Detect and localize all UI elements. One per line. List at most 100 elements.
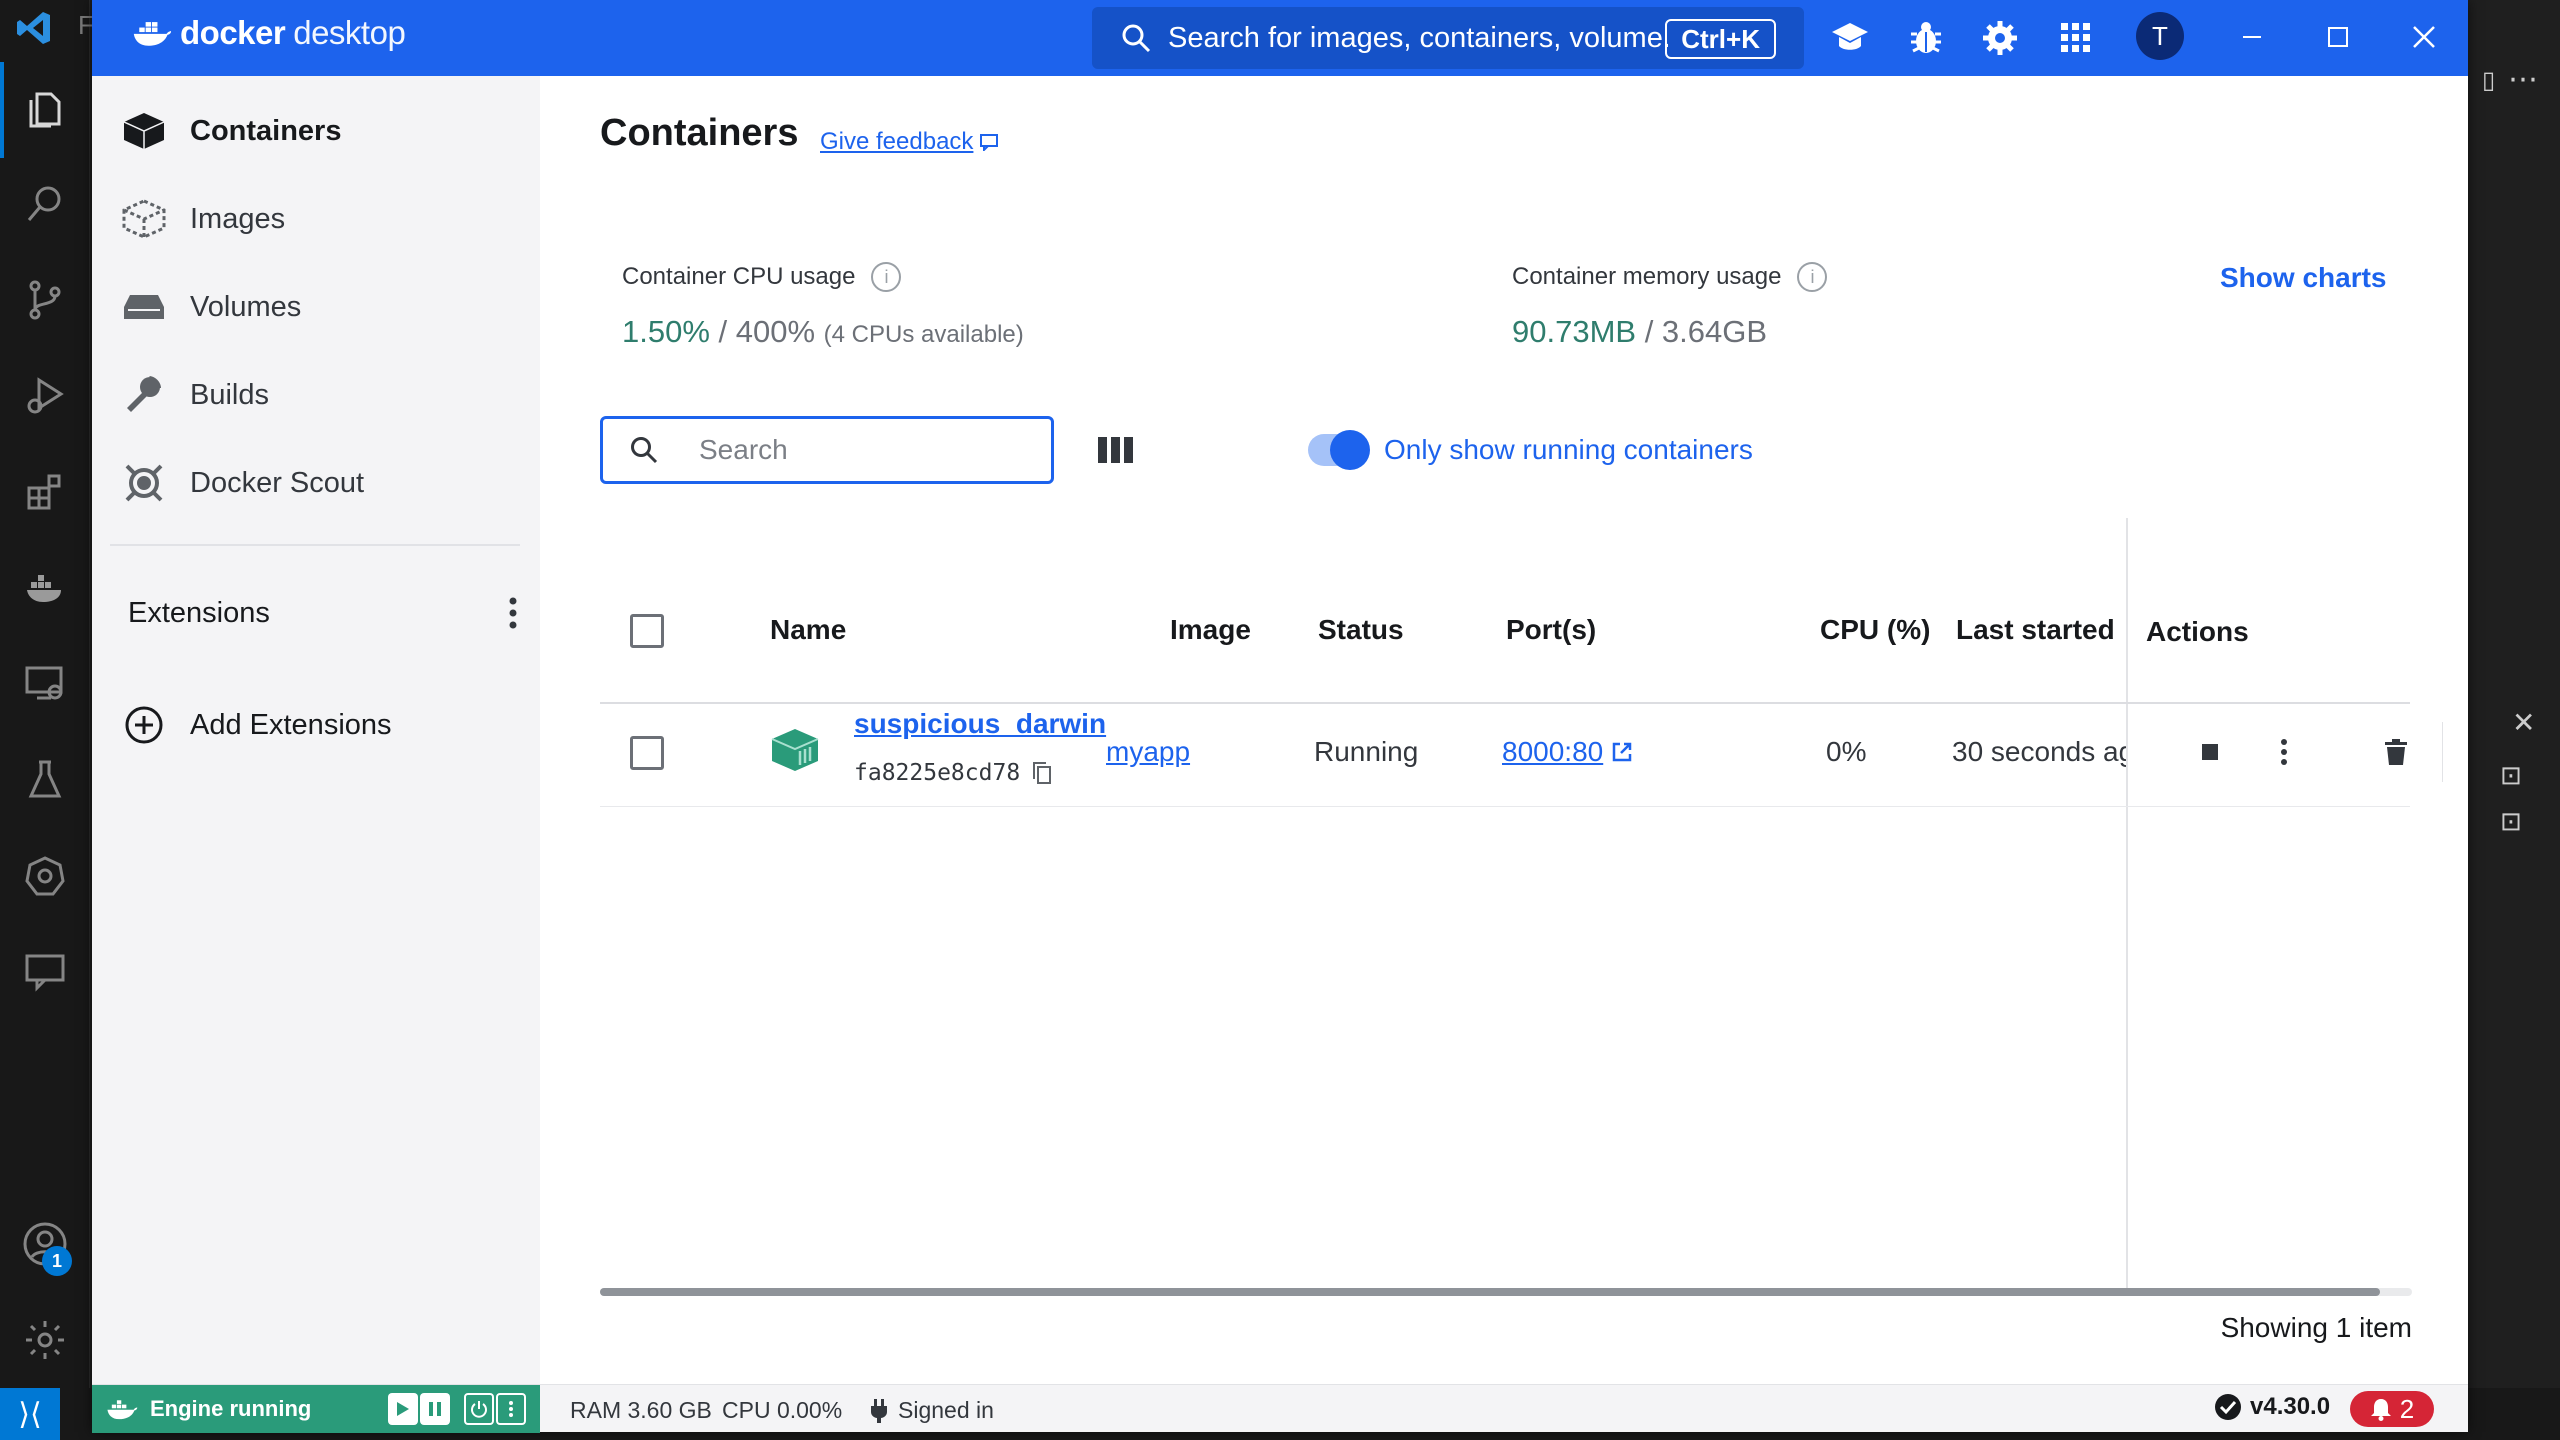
- row-select-checkbox[interactable]: [630, 736, 664, 770]
- sidebar-item-containers[interactable]: Containers: [120, 96, 520, 166]
- column-header-last-started[interactable]: Last started: [1956, 614, 2115, 646]
- sidebar-item-label: Images: [190, 202, 286, 235]
- close-icon[interactable]: [2396, 12, 2452, 62]
- copy-icon[interactable]: [1032, 761, 1052, 785]
- give-feedback-link[interactable]: Give feedback: [820, 128, 999, 156]
- cpu-total: / 400%: [718, 314, 816, 349]
- select-all-checkbox[interactable]: [630, 614, 664, 648]
- testing-flask-icon[interactable]: [17, 752, 73, 808]
- header-divider: [600, 702, 2410, 704]
- cpu-percent: 0%: [1826, 736, 1867, 767]
- image-link[interactable]: myapp: [1106, 736, 1190, 768]
- container-id-text: fa8225e8cd78: [854, 760, 1021, 786]
- column-header-name[interactable]: Name: [770, 614, 846, 646]
- toggle-knob: [1330, 430, 1370, 470]
- docker-brand: docker desktop: [132, 14, 406, 52]
- learning-center-icon[interactable]: [1826, 14, 1874, 62]
- engine-start-icon[interactable]: [388, 1393, 418, 1425]
- extensions-heading: Extensions: [128, 596, 270, 629]
- remote-indicator-icon[interactable]: ⟩⟨: [0, 1388, 60, 1440]
- troubleshoot-bug-icon[interactable]: [1902, 14, 1950, 62]
- source-control-icon[interactable]: [17, 272, 73, 328]
- feedback-chat-icon: [980, 134, 999, 151]
- ports-link[interactable]: 8000:80: [1502, 736, 1633, 768]
- container-name-link[interactable]: suspicious_darwin: [854, 708, 1106, 740]
- run-debug-icon[interactable]: [17, 368, 73, 424]
- comments-icon[interactable]: [17, 944, 73, 1000]
- manage-gear-icon[interactable]: [17, 1312, 73, 1368]
- column-header-cpu[interactable]: CPU (%): [1820, 614, 1930, 646]
- split-editor-icon[interactable]: ▯: [2482, 66, 2495, 95]
- explorer-icon[interactable]: [17, 82, 73, 138]
- running-only-toggle[interactable]: [1308, 430, 1370, 470]
- settings-gear-icon[interactable]: [1976, 14, 2024, 62]
- sidebar-item-docker-scout[interactable]: Docker Scout: [120, 448, 520, 518]
- brand-docker-text: docker: [180, 14, 286, 51]
- docker-status-bar: Engine running RAM 3.60 GB CPU 0.00% Sig…: [92, 1384, 2468, 1433]
- sidebar-item-label: Builds: [190, 378, 269, 411]
- close-panel-icon[interactable]: ✕: [2512, 706, 2535, 739]
- docker-extension-icon[interactable]: [17, 560, 73, 616]
- brand-desktop-text: desktop: [293, 14, 406, 51]
- engine-status[interactable]: Engine running: [92, 1385, 540, 1433]
- version-status[interactable]: v4.30.0: [2214, 1393, 2330, 1421]
- activity-active-indicator: [0, 62, 4, 158]
- engine-power-icon[interactable]: [464, 1393, 494, 1425]
- stop-icon[interactable]: [2188, 730, 2232, 774]
- extensions-section: Extensions: [128, 584, 518, 642]
- column-header-actions: Actions: [2146, 616, 2249, 647]
- sidebar-item-label: Volumes: [190, 290, 302, 323]
- ports-link-text: 8000:80: [1502, 736, 1604, 767]
- kubernetes-icon[interactable]: [17, 848, 73, 904]
- column-header-image[interactable]: Image: [1170, 614, 1251, 646]
- more-actions-icon[interactable]: ⋯: [2508, 62, 2538, 97]
- column-header-status[interactable]: Status: [1318, 614, 1404, 646]
- minimize-icon[interactable]: [2224, 12, 2280, 62]
- sidebar-item-volumes[interactable]: Volumes: [120, 272, 520, 342]
- maximize-icon[interactable]: [2310, 12, 2366, 62]
- info-icon[interactable]: i: [871, 262, 902, 292]
- search-icon[interactable]: [17, 176, 73, 232]
- sidebar-item-label: Containers: [190, 114, 342, 147]
- add-extensions-label: Add Extensions: [190, 708, 392, 741]
- extensions-more-icon[interactable]: [508, 595, 518, 631]
- info-icon[interactable]: i: [1797, 262, 1828, 292]
- engine-more-icon[interactable]: [496, 1393, 526, 1425]
- cpu-usage-label: Container CPU usage i: [622, 262, 902, 292]
- remote-explorer-icon[interactable]: [17, 656, 73, 712]
- extensions-grid-icon[interactable]: [2052, 14, 2100, 62]
- container-running-icon: [771, 729, 819, 771]
- sidebar-item-images[interactable]: Images: [120, 184, 520, 254]
- memory-used: 90.73MB: [1512, 314, 1637, 349]
- sidebar-item-builds[interactable]: Builds: [120, 360, 520, 430]
- add-extensions-button[interactable]: Add Extensions: [120, 694, 392, 756]
- sign-in-status[interactable]: Signed in: [870, 1397, 994, 1424]
- column-header-ports[interactable]: Port(s): [1506, 614, 1596, 646]
- extensions-icon[interactable]: [17, 464, 73, 520]
- ram-usage: RAM 3.60 GB: [570, 1397, 712, 1423]
- global-search-bar[interactable]: Search for images, containers, volume...…: [1092, 7, 1804, 69]
- scrollbar-thumb[interactable]: [600, 1288, 2380, 1296]
- container-search-field[interactable]: [600, 416, 1054, 484]
- add-circle-icon: [120, 701, 168, 749]
- main-content: Containers Give feedback Container CPU u…: [540, 76, 2468, 1384]
- terminal-icon[interactable]: ⊡: [2500, 760, 2522, 791]
- delete-trash-icon[interactable]: [2374, 730, 2418, 774]
- actions-divider: [2442, 722, 2443, 782]
- container-search-input[interactable]: [699, 434, 1019, 466]
- user-avatar[interactable]: T: [2136, 12, 2184, 60]
- vscode-editor-area: ⋯ ▯ ✕ ⊡ ⊡: [2468, 0, 2560, 1440]
- sidebar: Containers Images Volumes Builds Docker …: [92, 76, 540, 1384]
- terminal-active-icon[interactable]: ⊡: [2500, 806, 2522, 837]
- running-only-label: Only show running containers: [1384, 434, 1753, 465]
- more-actions-icon[interactable]: [2262, 730, 2306, 774]
- bell-icon: [2370, 1399, 2391, 1421]
- show-charts-button[interactable]: Show charts: [2220, 262, 2386, 294]
- memory-usage-label: Container memory usage i: [1512, 262, 1828, 292]
- memory-usage-label-text: Container memory usage: [1512, 263, 1782, 290]
- horizontal-scrollbar[interactable]: [600, 1288, 2412, 1296]
- column-settings-icon[interactable]: [1094, 428, 1138, 472]
- notifications-button[interactable]: 2: [2350, 1391, 2434, 1427]
- docker-whale-icon: [107, 1400, 138, 1420]
- engine-pause-icon[interactable]: [420, 1393, 450, 1425]
